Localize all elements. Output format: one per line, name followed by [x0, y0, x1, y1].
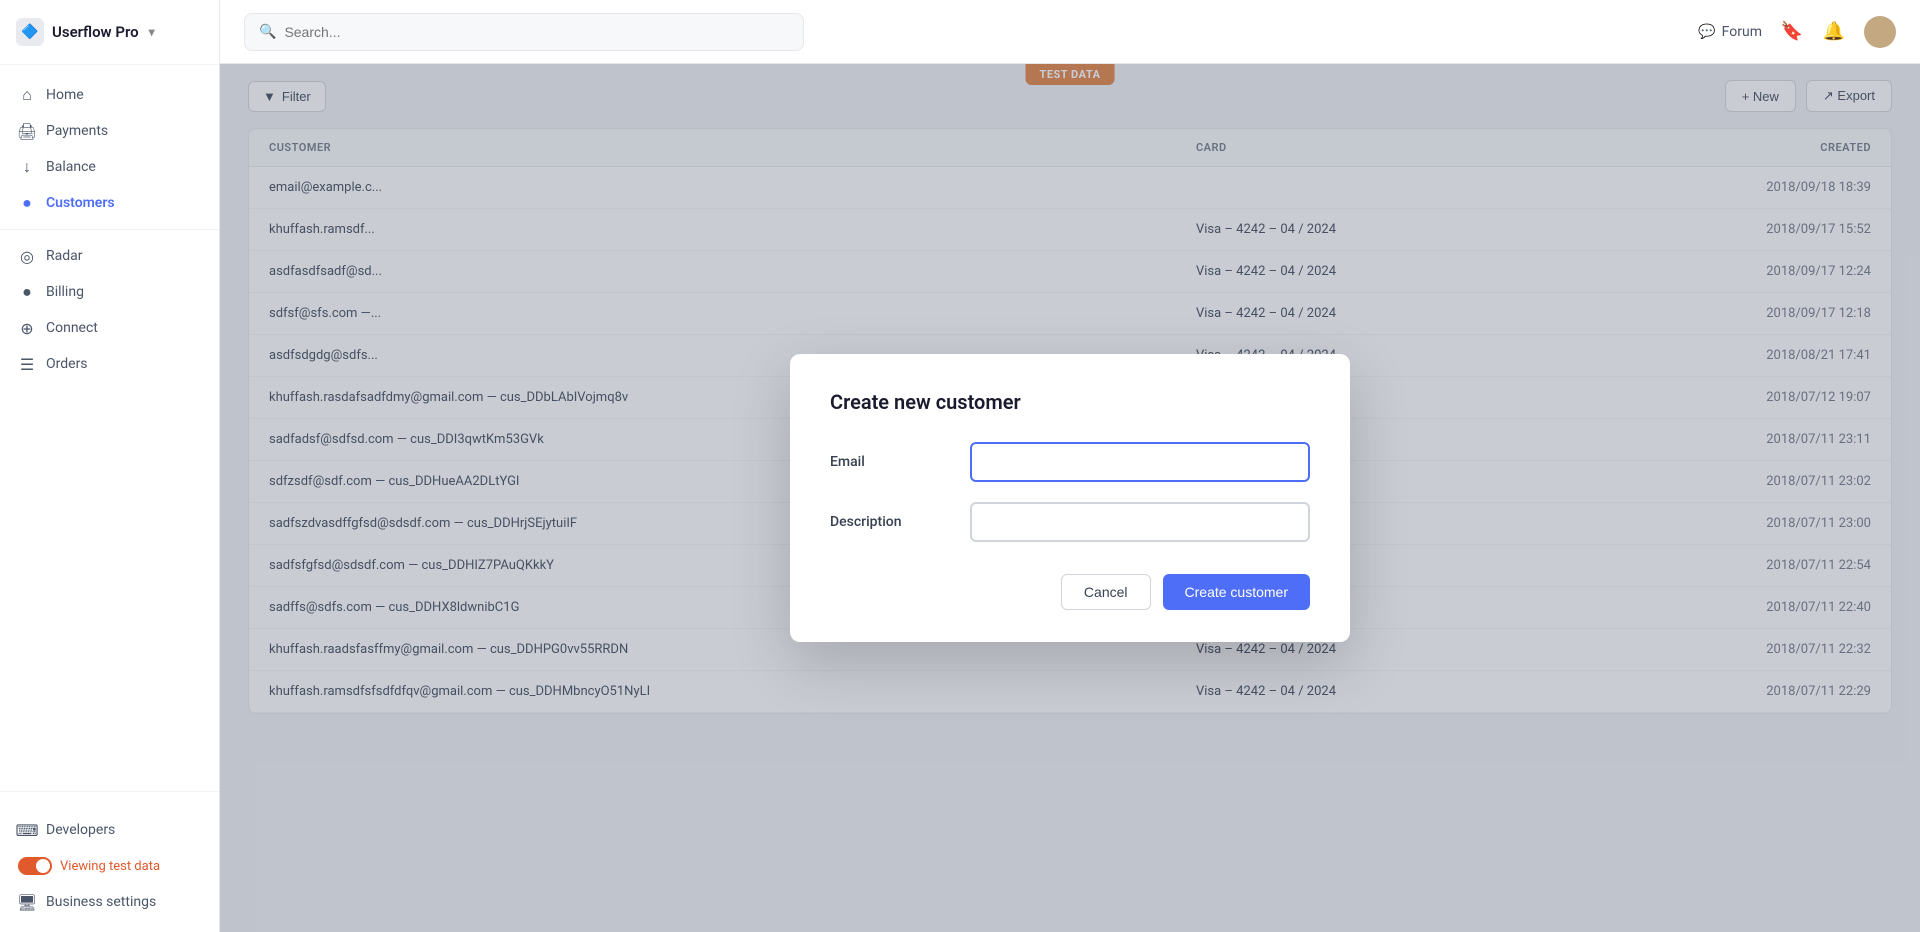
avatar[interactable]: [1864, 16, 1896, 48]
description-label: Description: [830, 514, 950, 530]
bell-icon[interactable]: 🔔: [1820, 18, 1848, 46]
logo-icon: 🔷: [16, 18, 44, 46]
test-data-toggle-container[interactable]: Viewing test data: [0, 848, 219, 884]
header: 🔍 💬 Forum 🔖 🔔: [220, 0, 1920, 64]
modal-actions: Cancel Create customer: [830, 574, 1310, 610]
test-data-toggle[interactable]: [18, 857, 52, 875]
app-logo[interactable]: 🔷 Userflow Pro ▾: [0, 0, 219, 65]
radar-icon: ◎: [18, 247, 36, 265]
sidebar-item-billing-label: Billing: [46, 284, 84, 300]
modal-overlay[interactable]: Create new customer Email Description Ca…: [220, 64, 1920, 932]
sidebar-item-billing[interactable]: ● Billing: [0, 274, 219, 310]
sidebar-item-home-label: Home: [46, 87, 84, 103]
search-icon: 🔍: [259, 24, 276, 40]
sidebar-item-home[interactable]: ⌂ Home: [0, 77, 219, 113]
app-name: Userflow Pro: [52, 23, 139, 41]
test-data-label: Viewing test data: [60, 859, 160, 874]
developers-icon: ⌨: [18, 821, 36, 839]
sidebar-item-customers[interactable]: ● Customers: [0, 185, 219, 221]
orders-icon: ☰: [18, 355, 36, 373]
balance-icon: ↓: [18, 158, 36, 176]
email-label: Email: [830, 454, 950, 470]
sidebar-item-developers-label: Developers: [46, 822, 115, 838]
header-icons: 🔖 🔔: [1778, 18, 1848, 46]
sidebar-nav: ⌂ Home 🖨 Payments ↓ Balance ● Customers …: [0, 65, 219, 783]
logo-chevron: ▾: [149, 25, 155, 39]
connect-icon: ⊕: [18, 319, 36, 337]
payments-icon: 🖨: [18, 122, 36, 140]
sidebar-item-customers-label: Customers: [46, 195, 115, 211]
customers-icon: ●: [18, 194, 36, 212]
sidebar-item-radar-label: Radar: [46, 248, 83, 264]
cancel-button[interactable]: Cancel: [1061, 574, 1151, 610]
sidebar-item-radar[interactable]: ◎ Radar: [0, 238, 219, 274]
business-settings-icon: 🖥: [18, 893, 36, 911]
nav-divider-2: [0, 791, 219, 792]
create-customer-button[interactable]: Create customer: [1163, 574, 1310, 610]
sidebar-item-connect[interactable]: ⊕ Connect: [0, 310, 219, 346]
search-input[interactable]: [284, 24, 789, 40]
sidebar-item-orders[interactable]: ☰ Orders: [0, 346, 219, 382]
forum-link[interactable]: 💬 Forum: [1698, 24, 1762, 40]
email-input[interactable]: [970, 442, 1310, 482]
home-icon: ⌂: [18, 86, 36, 104]
sidebar-item-payments-label: Payments: [46, 123, 108, 139]
description-input[interactable]: [970, 502, 1310, 542]
sidebar-item-business-settings-label: Business settings: [46, 894, 156, 910]
header-right: 💬 Forum 🔖 🔔: [1698, 16, 1896, 48]
sidebar-bottom: ⌨ Developers Viewing test data 🖥 Busines…: [0, 800, 219, 932]
search-bar[interactable]: 🔍: [244, 13, 804, 51]
sidebar-item-orders-label: Orders: [46, 356, 88, 372]
forum-label: Forum: [1722, 24, 1762, 40]
description-form-row: Description: [830, 502, 1310, 542]
sidebar: 🔷 Userflow Pro ▾ ⌂ Home 🖨 Payments ↓ Bal…: [0, 0, 220, 932]
sidebar-item-connect-label: Connect: [46, 320, 98, 336]
bookmark-icon[interactable]: 🔖: [1778, 18, 1806, 46]
create-customer-modal: Create new customer Email Description Ca…: [790, 354, 1350, 642]
sidebar-item-developers[interactable]: ⌨ Developers: [0, 812, 219, 848]
email-form-row: Email: [830, 442, 1310, 482]
sidebar-item-balance-label: Balance: [46, 159, 96, 175]
billing-icon: ●: [18, 283, 36, 301]
main-area: 🔍 💬 Forum 🔖 🔔 TEST DATA ▼ Filter: [220, 0, 1920, 932]
sidebar-item-payments[interactable]: 🖨 Payments: [0, 113, 219, 149]
sidebar-item-balance[interactable]: ↓ Balance: [0, 149, 219, 185]
content-area: TEST DATA ▼ Filter + New ↗ Export: [220, 64, 1920, 932]
forum-icon: 💬: [1698, 24, 1715, 40]
modal-title: Create new customer: [830, 390, 1310, 414]
sidebar-item-business-settings[interactable]: 🖥 Business settings: [0, 884, 219, 920]
nav-divider-1: [0, 229, 219, 230]
